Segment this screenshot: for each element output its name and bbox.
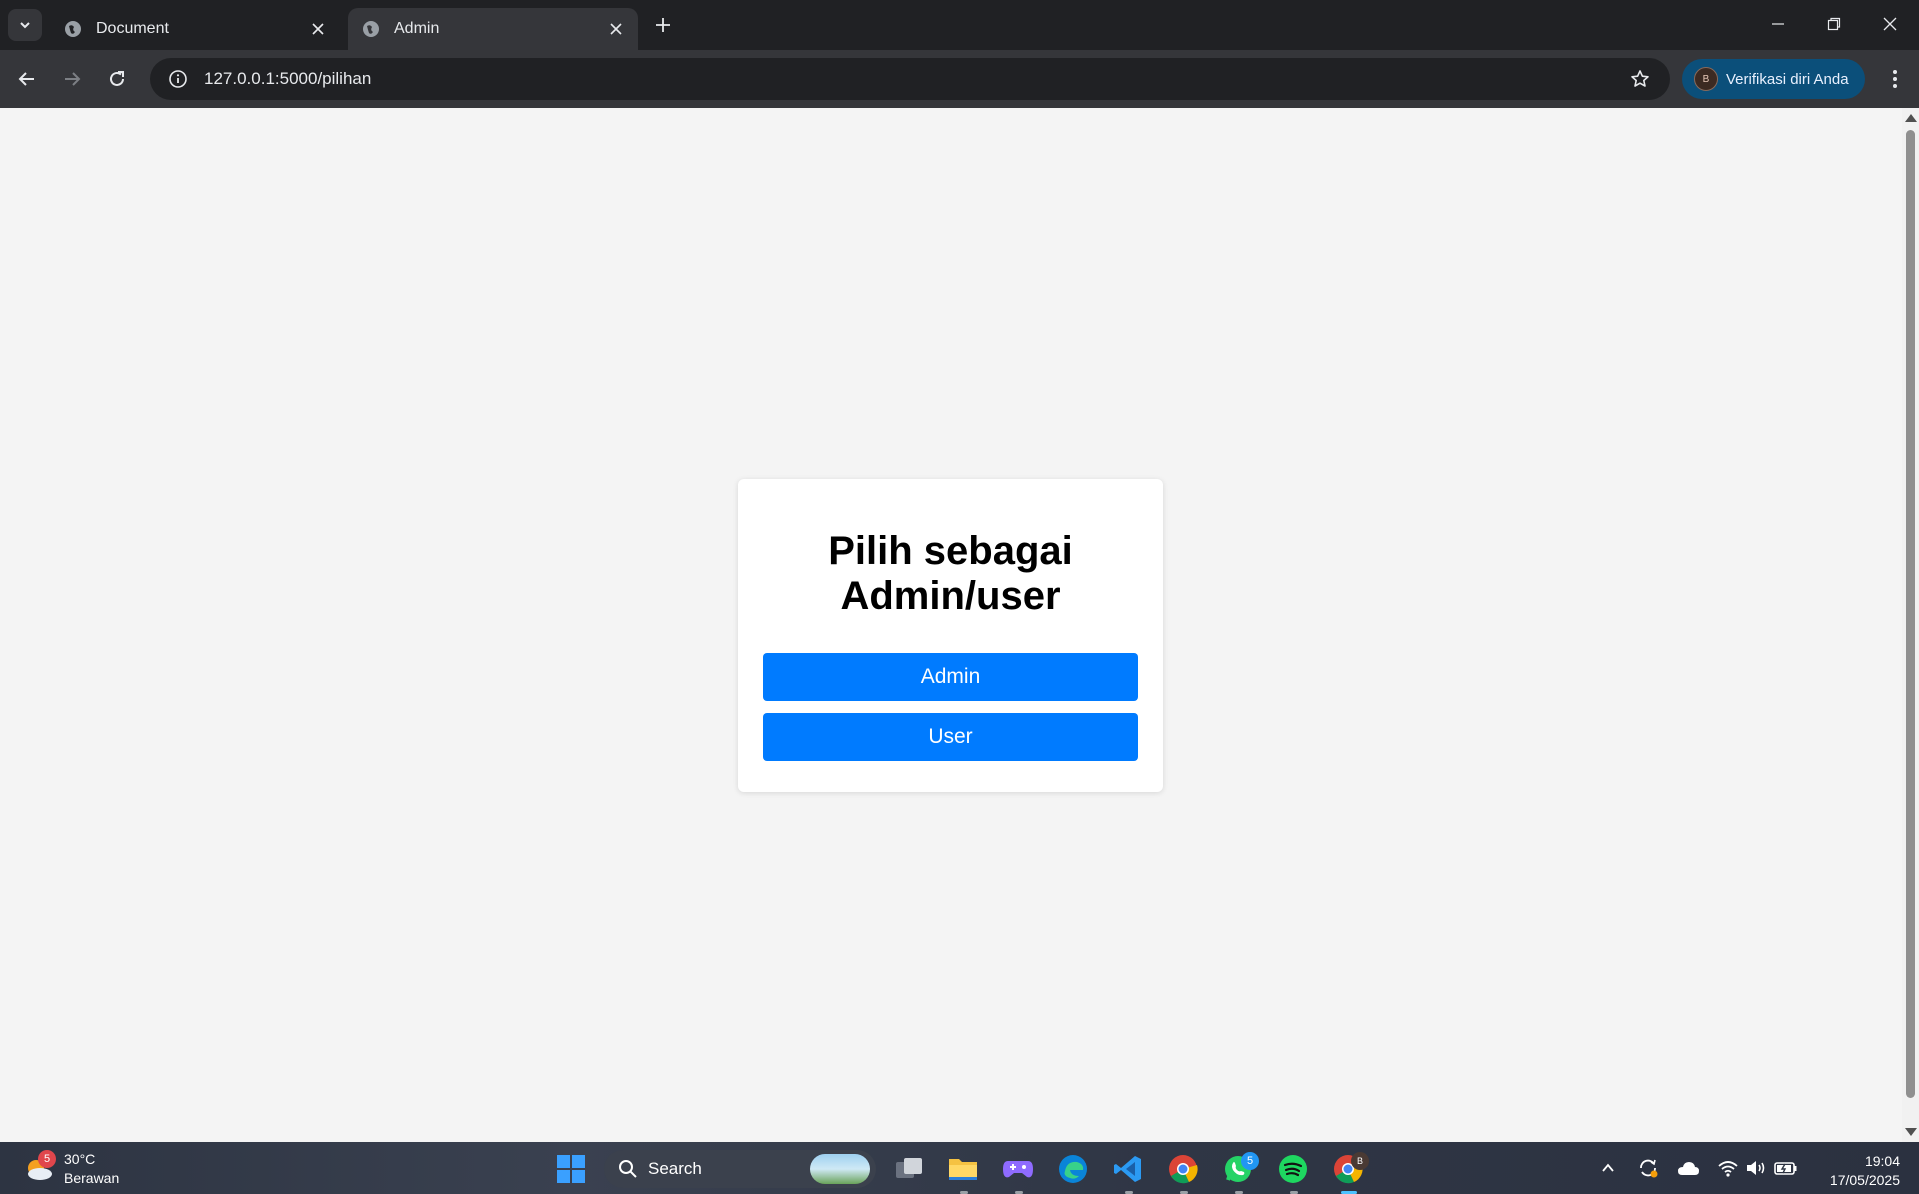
speaker-icon: [1747, 1161, 1765, 1175]
globe-icon: [363, 21, 379, 37]
taskbar: 5 30°C Berawan Search 5 B 19:04 17/05/20…: [0, 1142, 1919, 1194]
browser-menu-button[interactable]: [1877, 61, 1913, 97]
chrome-button[interactable]: [1164, 1150, 1202, 1188]
tab-search-button[interactable]: [8, 9, 42, 41]
tab-title: Admin: [394, 20, 440, 37]
battery-tray-button[interactable]: [1774, 1156, 1798, 1180]
plus-icon: [656, 18, 670, 32]
onedrive-tray-button[interactable]: [1676, 1156, 1700, 1180]
avatar: B: [1694, 67, 1718, 91]
scroll-up-arrow-icon[interactable]: [1905, 114, 1917, 122]
minimize-icon: [1772, 23, 1784, 25]
profile-button[interactable]: B Verifikasi diri Anda: [1682, 59, 1865, 99]
sync-tray-button[interactable]: [1636, 1156, 1660, 1180]
restore-icon: [1827, 17, 1841, 31]
tab-document[interactable]: Document: [50, 8, 340, 50]
tab-title: Document: [96, 20, 169, 37]
admin-button[interactable]: Admin: [763, 653, 1138, 701]
title-line-2: Admin/user: [840, 574, 1061, 618]
page-title: Pilih sebagai Admin/user: [738, 529, 1163, 619]
arrow-left-icon: [18, 72, 34, 86]
close-icon[interactable]: [308, 19, 328, 39]
show-hidden-icons-button[interactable]: [1596, 1156, 1620, 1180]
globe-icon: [65, 21, 81, 37]
windows-icon: [557, 1155, 585, 1183]
weather-badge: 5: [38, 1150, 56, 1168]
taskbar-search[interactable]: Search: [604, 1150, 876, 1188]
search-highlight-image: [810, 1154, 870, 1184]
spotify-button[interactable]: [1274, 1150, 1312, 1188]
new-tab-button[interactable]: [650, 12, 676, 38]
arrow-right-icon: [65, 72, 81, 86]
scroll-down-arrow-icon[interactable]: [1905, 1128, 1917, 1136]
file-explorer-button[interactable]: [944, 1150, 982, 1188]
whatsapp-badge: 5: [1241, 1152, 1259, 1170]
chevron-up-icon: [1602, 1163, 1614, 1172]
start-button[interactable]: [552, 1150, 590, 1188]
chrome-profile-button[interactable]: B: [1329, 1150, 1369, 1188]
wifi-tray-button[interactable]: [1716, 1156, 1740, 1180]
address-bar[interactable]: 127.0.0.1:5000/pilihan: [150, 58, 1670, 100]
search-label: Search: [648, 1159, 702, 1178]
weather-widget[interactable]: 5 30°C Berawan: [22, 1150, 119, 1188]
scroll-thumb[interactable]: [1906, 130, 1915, 1098]
back-button[interactable]: [9, 61, 45, 97]
close-icon: [1883, 17, 1897, 31]
chevron-down-icon: [20, 22, 30, 29]
url-text[interactable]: 127.0.0.1:5000/pilihan: [204, 69, 1620, 89]
task-view-icon: [896, 1158, 922, 1178]
vscode-button[interactable]: [1109, 1150, 1147, 1188]
weather-desc: Berawan: [64, 1170, 120, 1186]
tab-admin[interactable]: Admin: [348, 8, 638, 50]
task-view-button[interactable]: [890, 1150, 928, 1188]
vscode-icon: [1114, 1156, 1141, 1182]
profile-label: Verifikasi diri Anda: [1726, 70, 1849, 88]
clock-date: 17/05/2025: [1829, 1172, 1900, 1188]
role-selection-card: Pilih sebagai Admin/user Admin User: [738, 479, 1163, 792]
bookmark-star-icon[interactable]: [1620, 58, 1660, 100]
chrome-icon: [1169, 1155, 1198, 1184]
gamepad-icon: [1003, 1161, 1033, 1178]
close-window-button[interactable]: [1862, 0, 1918, 48]
edge-button[interactable]: [1054, 1150, 1092, 1188]
wifi-icon: [1718, 1161, 1738, 1177]
spotify-icon: [1279, 1155, 1307, 1183]
reload-icon: [110, 71, 124, 86]
cloud-icon: [1678, 1162, 1699, 1175]
whatsapp-button[interactable]: 5: [1219, 1150, 1259, 1188]
tab-strip: Document Admin: [0, 0, 1919, 50]
clock[interactable]: 19:04 17/05/2025: [1800, 1152, 1900, 1190]
title-line-1: Pilih sebagai: [828, 529, 1073, 573]
weather-temp: 30°C: [64, 1151, 96, 1167]
weather-icon: 5: [22, 1150, 56, 1186]
user-button[interactable]: User: [763, 713, 1138, 761]
close-icon[interactable]: [606, 19, 626, 39]
site-info-icon[interactable]: [158, 58, 198, 100]
edge-icon: [1059, 1155, 1087, 1183]
vertical-scrollbar[interactable]: [1902, 108, 1919, 1142]
game-app-button[interactable]: [999, 1150, 1037, 1188]
browser-toolbar: 127.0.0.1:5000/pilihan B Verifikasi diri…: [0, 50, 1919, 108]
page-viewport: Pilih sebagai Admin/user Admin User: [0, 108, 1902, 1142]
battery-icon: [1774, 1162, 1797, 1175]
folder-icon: [949, 1159, 977, 1180]
clock-time: 19:04: [1864, 1153, 1900, 1169]
minimize-button[interactable]: [1750, 0, 1806, 48]
chrome-profile-badge: B: [1351, 1152, 1369, 1170]
volume-tray-button[interactable]: [1744, 1156, 1768, 1180]
sync-icon: [1640, 1159, 1658, 1178]
search-icon: [619, 1160, 637, 1178]
restore-button[interactable]: [1806, 0, 1862, 48]
more-vertical-icon: [1893, 70, 1897, 88]
reload-button[interactable]: [99, 61, 135, 97]
forward-button[interactable]: [54, 61, 90, 97]
